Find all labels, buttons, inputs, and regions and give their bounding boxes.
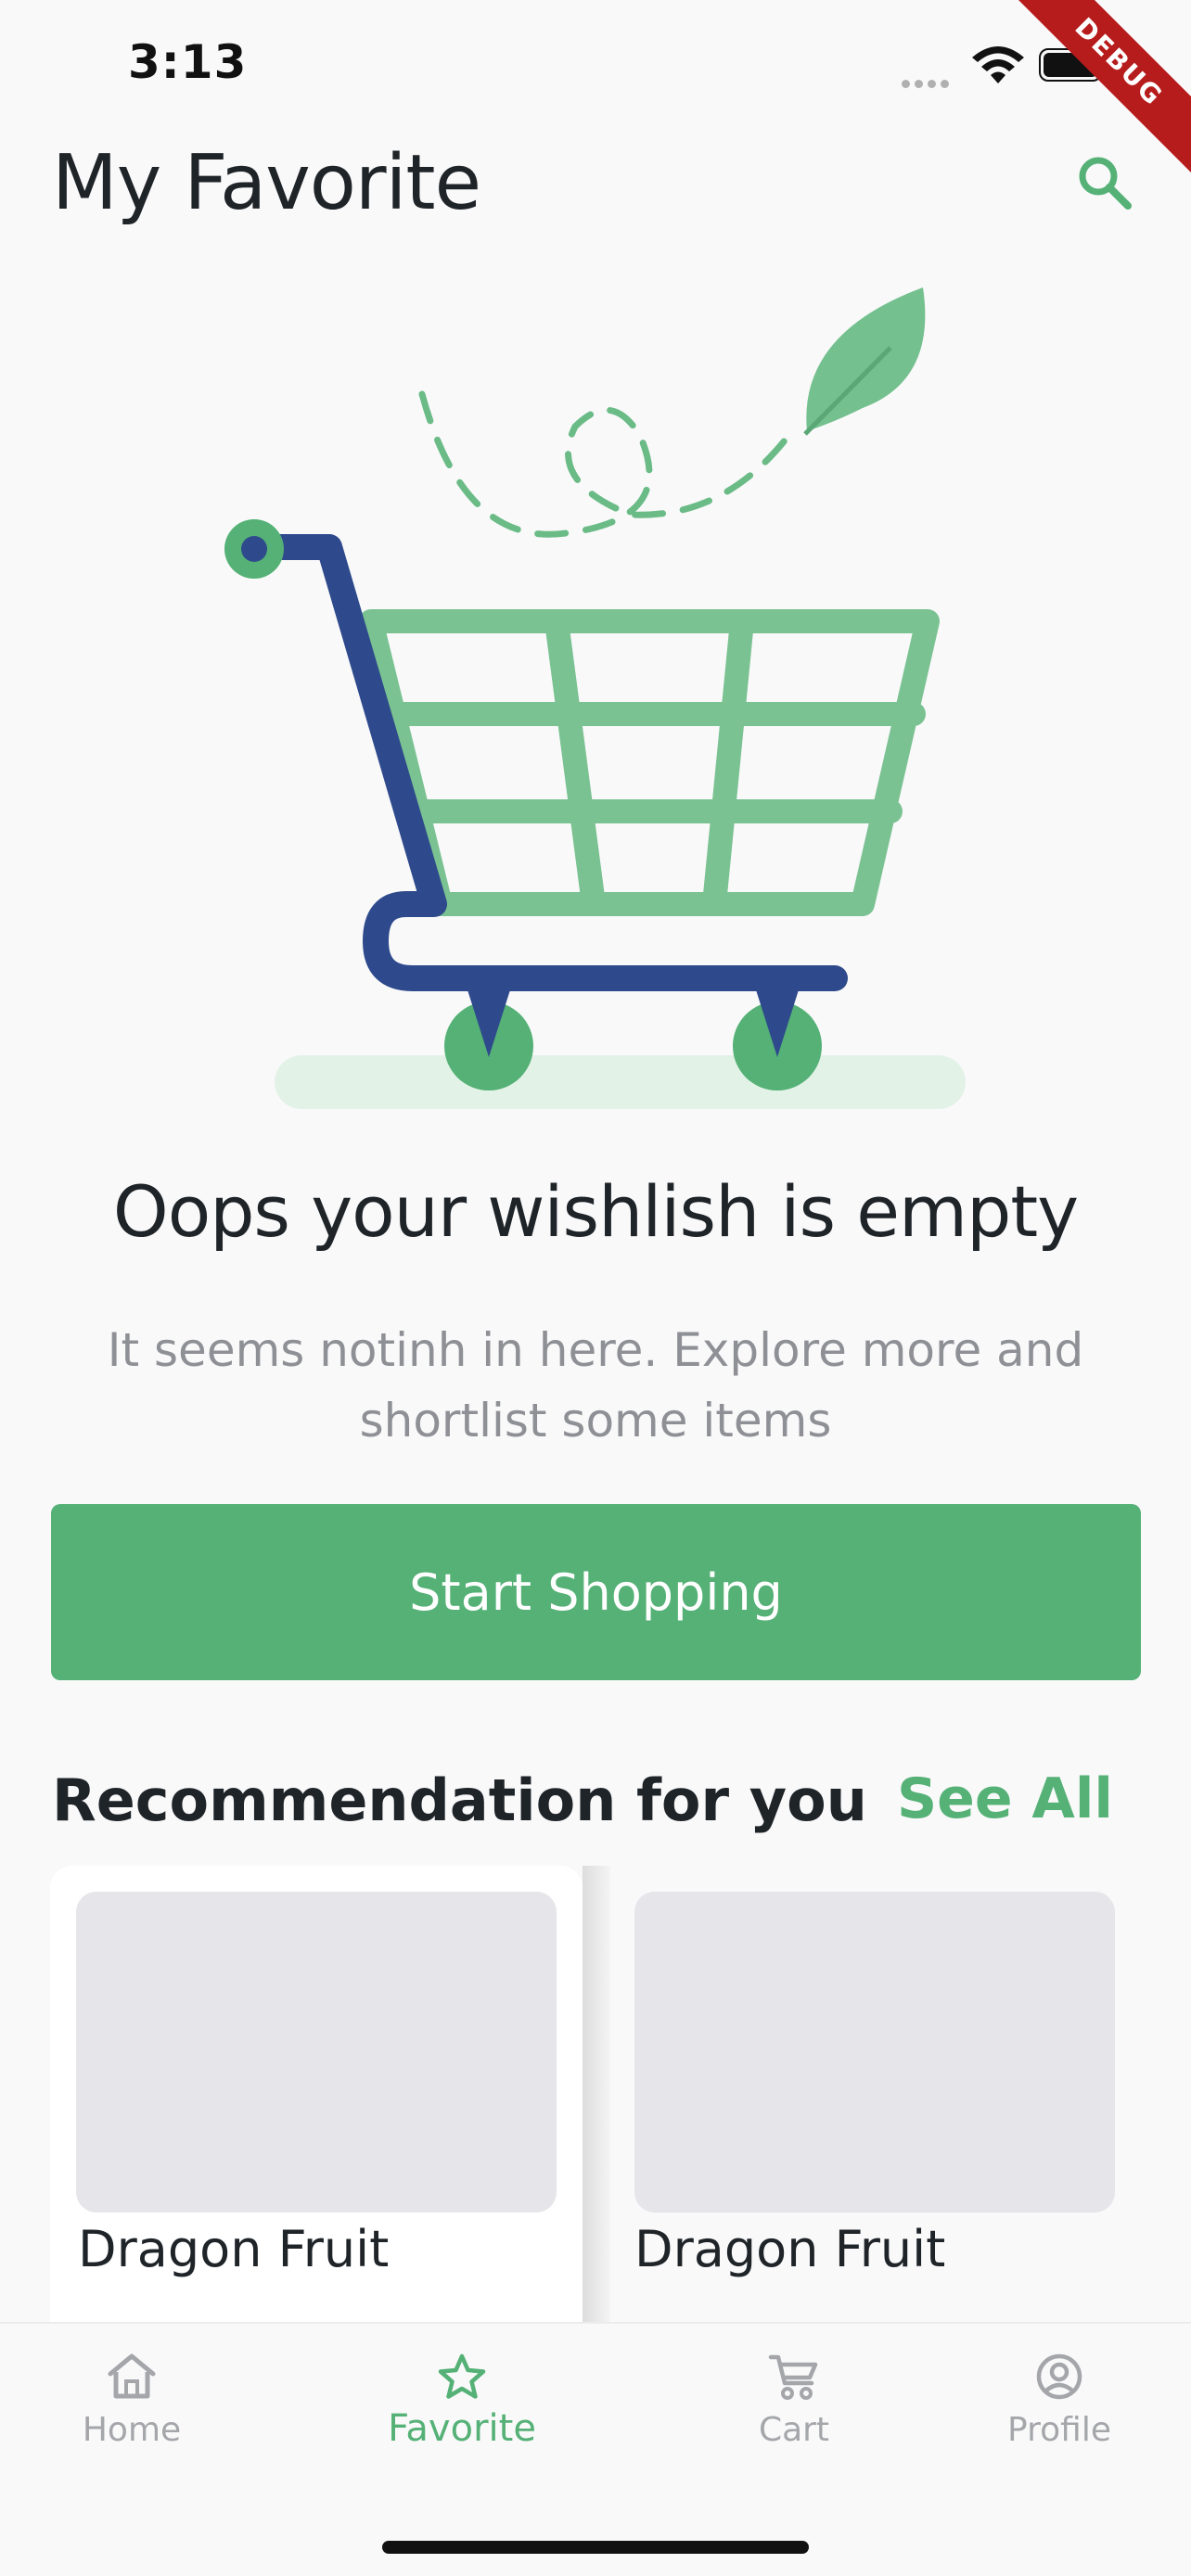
start-shopping-button[interactable]: Start Shopping [51,1504,1141,1680]
product-card[interactable]: Dragon Fruit [607,1866,1139,2348]
product-name: Dragon Fruit [634,2220,946,2278]
star-icon [438,2353,486,2399]
signal-icon [902,74,955,88]
profile-icon [1036,2353,1082,2400]
home-icon [108,2353,156,2399]
wifi-icon [972,46,1024,83]
nav-item-favorite[interactable]: Favorite [360,2352,564,2450]
nav-label: Favorite [388,2407,536,2450]
see-all-link[interactable]: See All [897,1766,1113,1831]
status-bar: 3:13 DEBUG [0,0,1191,206]
nav-label: Profile [1007,2411,1111,2449]
home-indicator [382,2541,809,2554]
search-icon[interactable] [1074,152,1135,213]
nav-label: Home [82,2411,182,2449]
empty-state-title: Oops your wishlish is empty [112,1170,1079,1253]
product-image-placeholder [634,1892,1115,2213]
nav-item-profile[interactable]: Profile [957,2352,1161,2449]
cart-icon [768,2354,818,2400]
recommendation-title: Recommendation for you [52,1766,867,1834]
status-time: 3:13 [128,35,248,89]
product-image-placeholder [76,1892,557,2213]
nav-label: Cart [758,2411,830,2449]
empty-cart-illustration [224,287,966,1109]
bottom-nav: Home Favorite Cart Profile [0,2322,1191,2576]
product-name: Dragon Fruit [78,2220,390,2278]
nav-item-cart[interactable]: Cart [692,2352,896,2449]
nav-item-home[interactable]: Home [30,2352,234,2449]
product-card[interactable]: Dragon Fruit [50,1866,583,2348]
empty-state-subtitle: It seems notinh in here. Explore more an… [107,1323,1084,1447]
page-title: My Favorite [52,139,481,227]
